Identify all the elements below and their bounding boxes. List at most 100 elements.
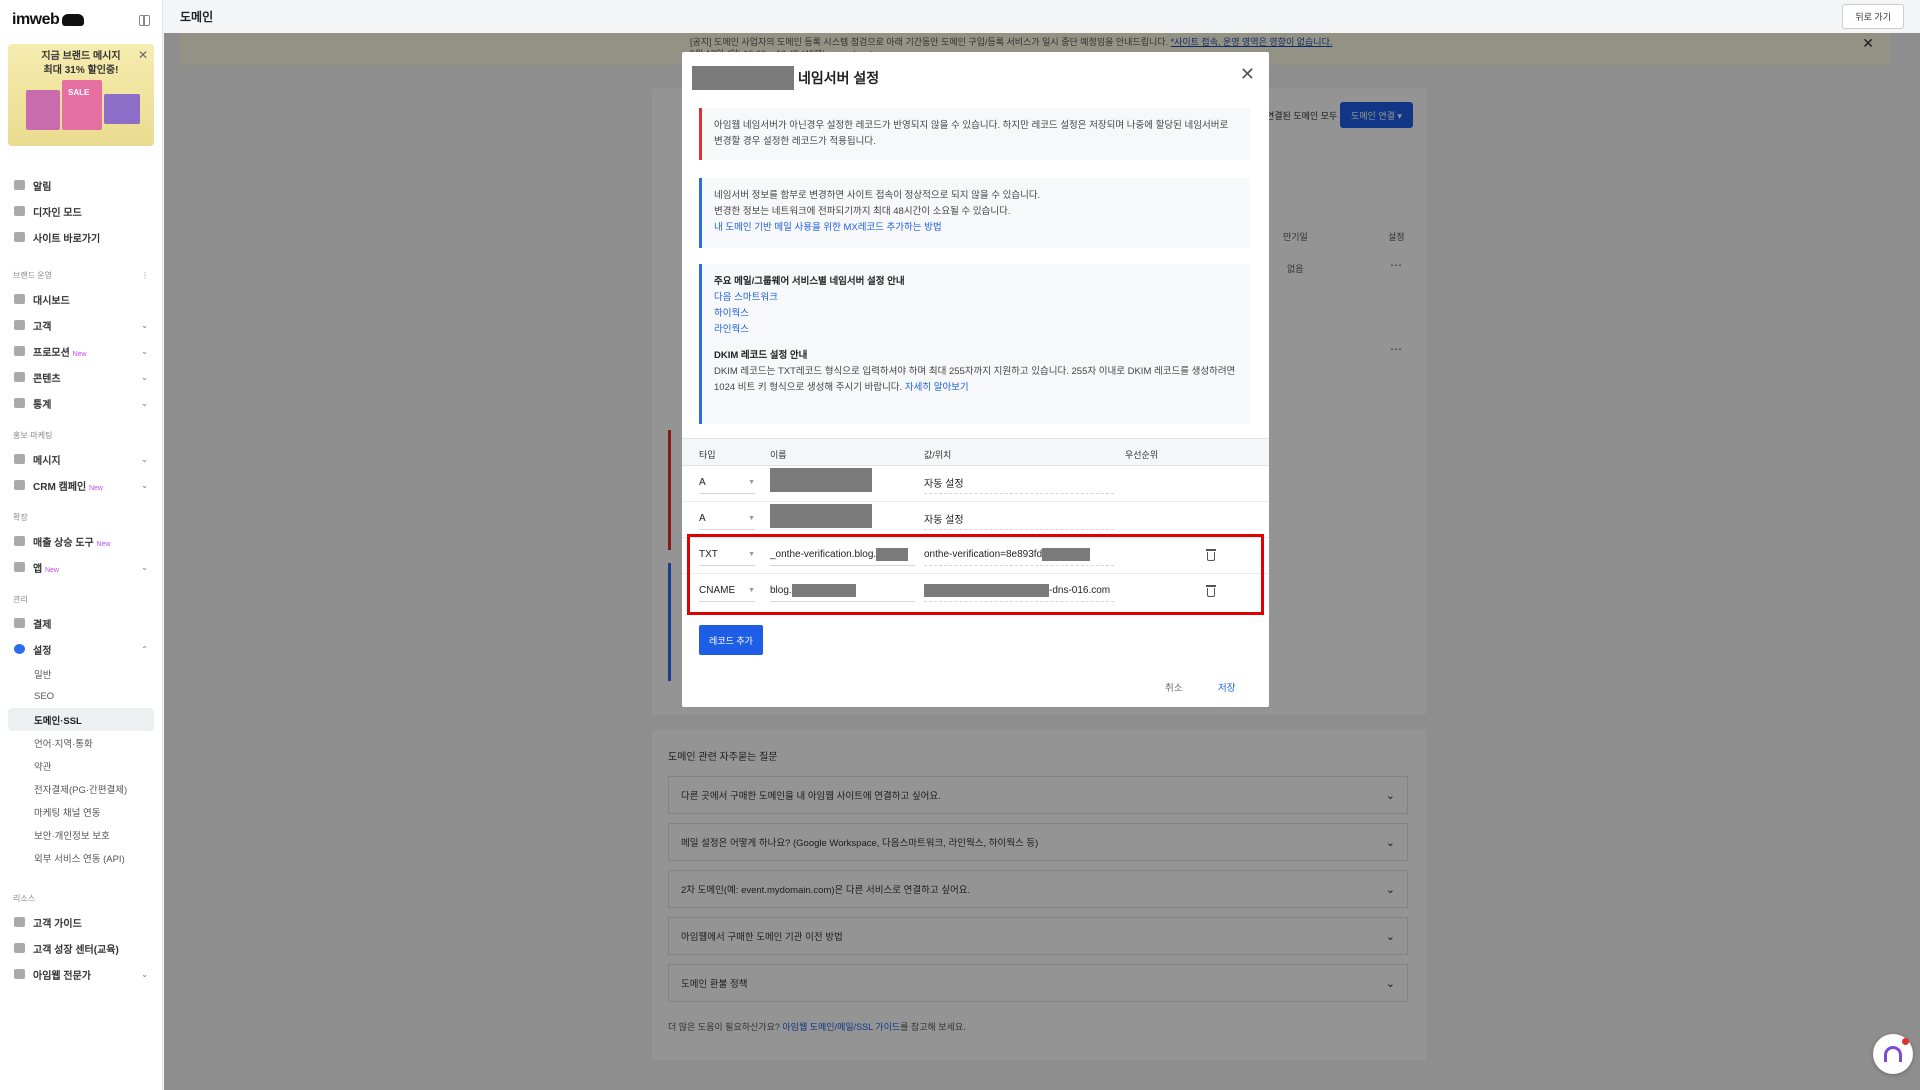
- settings-domain-ssl[interactable]: 도메인·SSL: [8, 708, 154, 731]
- promo-title-1: 지금 브랜드 메시지: [41, 51, 121, 62]
- section-manage: 관리: [13, 594, 28, 604]
- sidebar: imweb 지금 브랜드 메시지 최대 31% 할인중! ✕ SALE 알림 디…: [0, 0, 163, 1090]
- card-icon: [14, 618, 25, 628]
- promo-sale-text: SALE: [68, 88, 90, 97]
- promo-close-icon[interactable]: ✕: [138, 48, 148, 62]
- chevron-down-icon: ⌄: [141, 372, 148, 382]
- section-brand: 브랜드 운영 ⋮: [13, 270, 149, 280]
- sidebar-item-edu[interactable]: 고객 성장 센터(교육): [8, 935, 154, 961]
- redacted-name: [770, 504, 872, 528]
- mx-record-link[interactable]: 내 도메인 기반 메일 사용을 위한 MX레코드 추가하는 방법: [714, 220, 1238, 236]
- expert-icon: [14, 969, 25, 979]
- topbar: 도메인 뒤로 가기: [164, 0, 1920, 33]
- imweb-logo[interactable]: imweb: [12, 11, 85, 29]
- chevron-down-icon: ⌄: [141, 454, 148, 464]
- highlight-box: [687, 534, 1264, 615]
- notification-dot: [1902, 1038, 1909, 1045]
- apps-icon: [14, 562, 25, 572]
- settings-security[interactable]: 보안·개인정보 보호: [8, 823, 154, 846]
- sidebar-item-experts[interactable]: 아임웹 전문가 ⌄: [8, 961, 154, 987]
- sidebar-item-payment[interactable]: 결제: [8, 610, 154, 636]
- modal-title: 네임서버 설정: [692, 66, 879, 90]
- save-button[interactable]: 저장: [1218, 680, 1235, 694]
- promo-banner[interactable]: 지금 브랜드 메시지 최대 31% 할인중! ✕ SALE: [8, 44, 154, 146]
- sidebar-item-sales-tools[interactable]: 매출 상승 도구 New: [8, 528, 154, 554]
- dkim-title: DKIM 레코드 설정 안내: [714, 350, 808, 361]
- new-badge: New: [88, 484, 103, 492]
- settings-language[interactable]: 언어·지역·통화: [8, 731, 154, 754]
- collapse-sidebar-icon[interactable]: [139, 14, 150, 26]
- sidebar-header: imweb: [8, 0, 154, 40]
- new-badge: New: [72, 350, 87, 358]
- chevron-down-icon: ⌄: [141, 398, 148, 408]
- hiworks-link[interactable]: 하이웍스: [714, 306, 1238, 322]
- section-resource: 리소스: [13, 893, 36, 903]
- sidebar-item-message[interactable]: 메시지 ⌄: [8, 446, 154, 472]
- chevron-down-icon: ⌄: [141, 320, 148, 330]
- settings-pg[interactable]: 전자결제(PG·간편결제): [8, 777, 154, 800]
- page-title: 도메인: [180, 10, 214, 24]
- growth-icon: [14, 536, 25, 546]
- add-record-button[interactable]: 레코드 추가: [699, 625, 763, 655]
- settings-terms[interactable]: 약관: [8, 754, 154, 777]
- promo-illustration: SALE: [26, 80, 146, 136]
- back-button[interactable]: 뒤로 가기: [1842, 4, 1904, 29]
- sidebar-item-visit-site[interactable]: 사이트 바로가기: [8, 224, 154, 250]
- section-marketing: 홍보·마케팅: [13, 430, 53, 440]
- chart-icon: [14, 398, 25, 408]
- sidebar-item-settings[interactable]: 설정 ⌃: [8, 636, 154, 662]
- info-box: 네임서버 정보를 함부로 변경하면 사이트 접속이 정상적으로 되지 않을 수 …: [699, 178, 1250, 248]
- record-table-header: 타입 이름 값/위치 우선순위: [682, 438, 1269, 466]
- chevron-down-icon: ⌄: [141, 969, 148, 979]
- redacted-domain: [692, 66, 794, 90]
- warning-box: 아임웹 네임서버가 아닌경우 설정한 레코드가 반영되지 않을 수 있습니다. …: [699, 108, 1250, 160]
- sidebar-item-crm[interactable]: CRM 캠페인 New ⌄: [8, 472, 154, 498]
- sidebar-item-guide[interactable]: 고객 가이드: [8, 909, 154, 935]
- more-icon[interactable]: ⋮: [141, 271, 149, 280]
- pencil-icon: [14, 943, 25, 953]
- record-type-select[interactable]: A ▼: [699, 508, 755, 530]
- caret-down-icon: ▼: [748, 515, 755, 522]
- caret-down-icon: ▼: [748, 479, 755, 486]
- headset-icon: [1884, 1046, 1902, 1062]
- record-type-select[interactable]: A ▼: [699, 472, 755, 494]
- record-value: 자동 설정: [924, 508, 1114, 530]
- close-icon[interactable]: ✕: [1240, 64, 1255, 85]
- brush-icon: [14, 206, 25, 216]
- new-badge: New: [96, 540, 111, 548]
- settings-api[interactable]: 외부 서비스 연동 (API): [8, 846, 154, 869]
- document-icon: [14, 372, 25, 382]
- support-chat-button[interactable]: [1873, 1034, 1913, 1074]
- dashboard-icon: [14, 294, 25, 304]
- cancel-button[interactable]: 취소: [1165, 680, 1182, 694]
- sidebar-item-promotion[interactable]: 프로모션 New ⌄: [8, 338, 154, 364]
- chevron-down-icon: ⌄: [141, 480, 148, 490]
- new-badge: New: [44, 566, 59, 574]
- sidebar-item-apps[interactable]: 앱 New ⌄: [8, 554, 154, 580]
- mail-guide-box: 주요 메일/그룹웨어 서비스별 네임서버 설정 안내 다음 스마트워크 하이웍스…: [699, 264, 1250, 424]
- help-circle-icon: [14, 917, 25, 927]
- external-link-icon: [14, 232, 25, 242]
- gear-icon: [14, 644, 25, 654]
- promo-title-2: 최대 31% 할인중!: [43, 65, 119, 76]
- record-value: 자동 설정: [924, 472, 1114, 494]
- sidebar-item-dashboard[interactable]: 대시보드: [8, 286, 154, 312]
- bell-icon: [14, 180, 25, 190]
- mail-guide-title: 주요 메일/그룹웨어 서비스별 네임서버 설정 안내: [714, 276, 905, 287]
- chevron-down-icon: ⌄: [141, 346, 148, 356]
- section-extension: 확장: [13, 512, 28, 522]
- sidebar-item-design-mode[interactable]: 디자인 모드: [8, 198, 154, 224]
- settings-seo[interactable]: SEO: [8, 685, 154, 708]
- sidebar-item-contents[interactable]: 콘텐츠 ⌄: [8, 364, 154, 390]
- sidebar-item-notifications[interactable]: 알림: [8, 172, 154, 198]
- chevron-down-icon: ⌄: [141, 562, 148, 572]
- dkim-more-link[interactable]: 자세히 알아보기: [905, 382, 969, 393]
- daum-link[interactable]: 다음 스마트워크: [714, 290, 1238, 306]
- settings-general[interactable]: 일반: [8, 662, 154, 685]
- sidebar-item-stats[interactable]: 통계 ⌄: [8, 390, 154, 416]
- settings-marketing-channel[interactable]: 마케팅 채널 연동: [8, 800, 154, 823]
- crm-icon: [14, 480, 25, 490]
- ticket-icon: [14, 346, 25, 356]
- lineworks-link[interactable]: 라인웍스: [714, 322, 1238, 338]
- sidebar-item-customers[interactable]: 고객 ⌄: [8, 312, 154, 338]
